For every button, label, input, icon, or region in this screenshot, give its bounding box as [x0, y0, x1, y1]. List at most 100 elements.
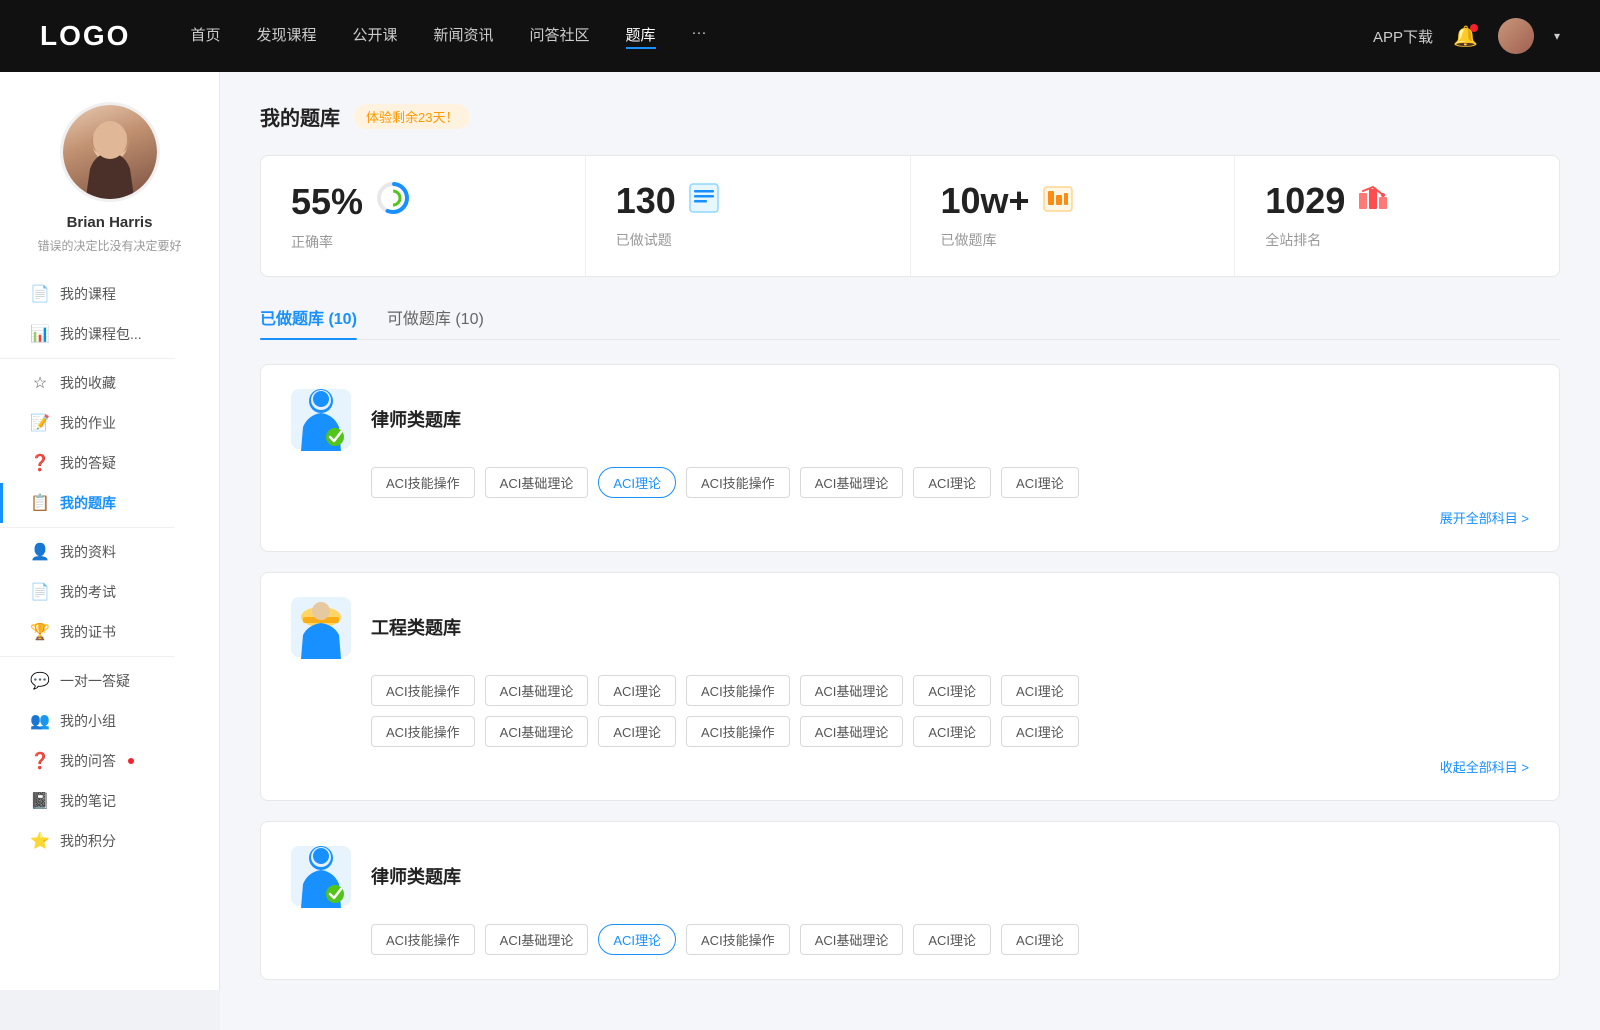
sidebar-menu: 📄 我的课程 📊 我的课程包... ☆ 我的收藏 📝 我的作业 ❓ 我的答疑 �: [0, 274, 219, 861]
sidebar-item-favorites[interactable]: ☆ 我的收藏: [0, 363, 219, 403]
quiz-tag[interactable]: ACI基础理论: [800, 924, 904, 955]
quiz-card-lawyer-2-title: 律师类题库: [371, 863, 461, 889]
sidebar-motto: 错误的决定比没有决定要好: [37, 237, 181, 254]
quiz-tag[interactable]: ACI理论: [1001, 716, 1079, 747]
sidebar-item-homework[interactable]: 📝 我的作业: [0, 403, 219, 443]
quiz-tag[interactable]: ACI基础理论: [485, 924, 589, 955]
quiz-tag-active[interactable]: ACI理论: [598, 924, 676, 955]
quiz-tag[interactable]: ACI理论: [913, 467, 991, 498]
notes-icon: 📓: [30, 791, 50, 811]
sidebar-item-profile[interactable]: 👤 我的资料: [0, 532, 219, 572]
quiz-tag[interactable]: ACI理论: [1001, 675, 1079, 706]
engineer-icon: [291, 597, 351, 657]
sidebar-divider-3: [0, 656, 175, 657]
sidebar-divider-1: [0, 358, 175, 359]
stats-row: 55% 正确率 130: [260, 155, 1560, 277]
quiz-tag[interactable]: ACI基础理论: [800, 675, 904, 706]
sidebar-item-quiz[interactable]: 📋 我的题库: [0, 483, 219, 523]
quiz-card-engineer-tags-row1: ACI技能操作 ACI基础理论 ACI理论 ACI技能操作 ACI基础理论 AC…: [371, 675, 1529, 706]
quiz-tag[interactable]: ACI技能操作: [686, 924, 790, 955]
sidebar-item-group[interactable]: 👥 我的小组: [0, 701, 219, 741]
quiz-card-lawyer-1-title: 律师类题库: [371, 406, 461, 432]
sidebar-item-myqa[interactable]: ❓ 我的问答: [0, 741, 219, 781]
quiz-card-lawyer-1: 律师类题库 ACI技能操作 ACI基础理论 ACI理论 ACI技能操作 ACI基…: [260, 364, 1560, 552]
quiz-tag[interactable]: ACI技能操作: [686, 716, 790, 747]
sidebar-item-certificate[interactable]: 🏆 我的证书: [0, 612, 219, 652]
sidebar-item-courses[interactable]: 📄 我的课程: [0, 274, 219, 314]
sidebar-item-points[interactable]: ⭐ 我的积分: [0, 821, 219, 861]
accuracy-value: 55%: [291, 181, 363, 223]
quiz-tag[interactable]: ACI理论: [1001, 924, 1079, 955]
quiz-tag[interactable]: ACI技能操作: [371, 716, 475, 747]
avatar-chevron-icon[interactable]: ▾: [1554, 29, 1560, 43]
accuracy-chart-icon: [375, 180, 411, 224]
user-avatar: [60, 102, 160, 202]
nav-right: APP下载 🔔 ▾: [1373, 18, 1560, 54]
quiz-card-engineer-title: 工程类题库: [371, 614, 461, 640]
nav-news[interactable]: 新闻资讯: [434, 24, 494, 49]
rank-icon: [1357, 183, 1389, 220]
quiz-tag[interactable]: ACI理论: [913, 675, 991, 706]
quiz-tag[interactable]: ACI理论: [598, 675, 676, 706]
qa-icon: ❓: [30, 453, 50, 473]
quiz-card-engineer-tags-row2: ACI技能操作 ACI基础理论 ACI理论 ACI技能操作 ACI基础理论 AC…: [371, 716, 1529, 747]
quiz-tag[interactable]: ACI技能操作: [371, 675, 475, 706]
quiz-icon: 📋: [30, 493, 50, 513]
myqa-notification-dot: [128, 758, 134, 764]
sidebar-item-course-pkg[interactable]: 📊 我的课程包...: [0, 314, 219, 354]
nav-home[interactable]: 首页: [190, 24, 220, 49]
done-banks-label: 已做题库: [941, 230, 1205, 250]
quiz-tag[interactable]: ACI基础理论: [800, 467, 904, 498]
done-questions-label: 已做试题: [616, 230, 880, 250]
tab-done-banks[interactable]: 已做题库 (10): [260, 305, 357, 339]
stat-accuracy: 55% 正确率: [261, 156, 586, 276]
page-wrapper: Brian Harris 错误的决定比没有决定要好 📄 我的课程 📊 我的课程包…: [0, 0, 1600, 1030]
quiz-tag[interactable]: ACI基础理论: [800, 716, 904, 747]
stat-rank: 1029 全站排名: [1235, 156, 1559, 276]
rank-value: 1029: [1265, 180, 1345, 222]
quiz-tag[interactable]: ACI技能操作: [371, 467, 475, 498]
nav-links: 首页 发现课程 公开课 新闻资讯 问答社区 题库 ···: [190, 24, 1373, 49]
quiz-tag[interactable]: ACI理论: [913, 924, 991, 955]
courses-icon: 📄: [30, 284, 50, 304]
profile-icon: 👤: [30, 542, 50, 562]
sidebar-item-1on1[interactable]: 💬 一对一答疑: [0, 661, 219, 701]
quiz-card-lawyer-2-tags: ACI技能操作 ACI基础理论 ACI理论 ACI技能操作 ACI基础理论 AC…: [371, 924, 1529, 955]
notification-bell-icon[interactable]: 🔔: [1453, 24, 1478, 49]
quiz-tag[interactable]: ACI基础理论: [485, 716, 589, 747]
quiz-tag[interactable]: ACI技能操作: [686, 467, 790, 498]
quiz-tag[interactable]: ACI技能操作: [686, 675, 790, 706]
quiz-tag[interactable]: ACI基础理论: [485, 467, 589, 498]
quiz-tag[interactable]: ACI理论: [1001, 467, 1079, 498]
quiz-tag[interactable]: ACI理论: [913, 716, 991, 747]
quiz-tag-active[interactable]: ACI理论: [598, 467, 676, 498]
nav-qa[interactable]: 问答社区: [530, 24, 590, 49]
quiz-tag[interactable]: ACI基础理论: [485, 675, 589, 706]
navbar: LOGO 首页 发现课程 公开课 新闻资讯 问答社区 题库 ··· APP下载 …: [0, 0, 1600, 72]
quiz-tag[interactable]: ACI理论: [598, 716, 676, 747]
nav-more[interactable]: ···: [692, 24, 707, 49]
points-icon: ⭐: [30, 831, 50, 851]
stat-done-questions: 130 已做试题: [586, 156, 911, 276]
avatar[interactable]: [1498, 18, 1534, 54]
sidebar-item-qa[interactable]: ❓ 我的答疑: [0, 443, 219, 483]
nav-quiz[interactable]: 题库: [626, 24, 656, 49]
sidebar-item-exam[interactable]: 📄 我的考试: [0, 572, 219, 612]
nav-open-course[interactable]: 公开课: [352, 24, 397, 49]
favorites-icon: ☆: [30, 373, 50, 393]
homework-icon: 📝: [30, 413, 50, 433]
certificate-icon: 🏆: [30, 622, 50, 642]
done-questions-value: 130: [616, 180, 676, 222]
app-download-button[interactable]: APP下载: [1373, 26, 1433, 47]
expand-button-1[interactable]: 展开全部科目 >: [291, 508, 1529, 527]
page-title: 我的题库: [260, 102, 340, 131]
sidebar-item-notes[interactable]: 📓 我的笔记: [0, 781, 219, 821]
lawyer-icon: [291, 389, 351, 449]
tab-todo-banks[interactable]: 可做题库 (10): [387, 305, 484, 339]
nav-discover[interactable]: 发现课程: [256, 24, 316, 49]
quiz-card-lawyer-1-tags: ACI技能操作 ACI基础理论 ACI理论 ACI技能操作 ACI基础理论 AC…: [371, 467, 1529, 498]
collapse-button[interactable]: 收起全部科目 >: [291, 757, 1529, 776]
myqa-icon: ❓: [30, 751, 50, 771]
quiz-tag[interactable]: ACI技能操作: [371, 924, 475, 955]
trial-badge: 体验剩余23天！: [354, 104, 470, 129]
